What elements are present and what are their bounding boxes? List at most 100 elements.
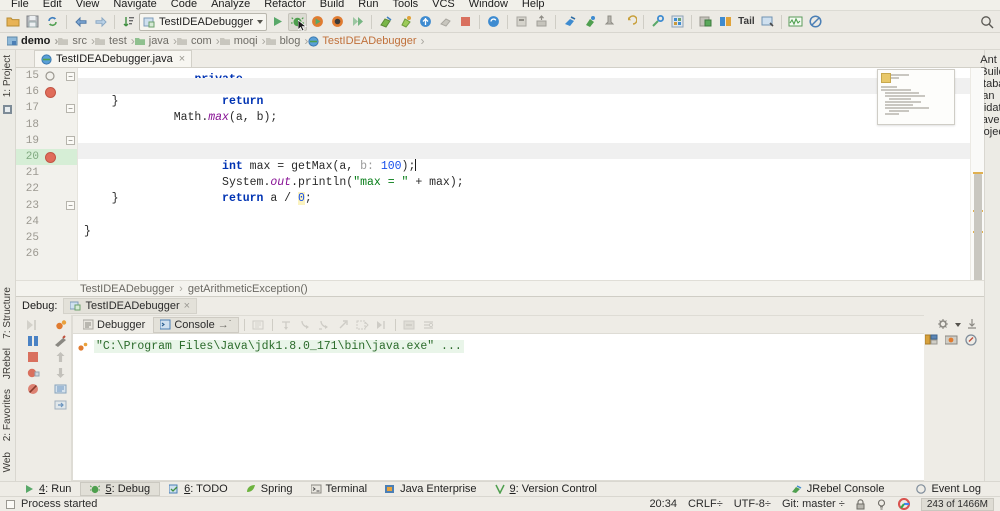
evaluate-icon[interactable] bbox=[401, 317, 418, 332]
drop-frame-icon[interactable] bbox=[354, 317, 371, 332]
step-out-icon[interactable] bbox=[335, 317, 352, 332]
breadcrumb-java[interactable]: java bbox=[132, 34, 174, 49]
breadcrumb-blog[interactable]: blog bbox=[263, 34, 306, 49]
menu-item-navigate[interactable]: Navigate bbox=[106, 0, 163, 10]
bottom-tab-run[interactable]: 4: Run bbox=[16, 482, 80, 496]
breadcrumb-moqi[interactable]: moqi bbox=[217, 34, 263, 49]
breadcrumb[interactable]: TestIDEADebugger › getArithmeticExceptio… bbox=[16, 280, 984, 296]
breakpoint-icon[interactable] bbox=[45, 152, 56, 163]
bottom-tab-todo[interactable]: 6: TODO bbox=[160, 482, 237, 496]
close-icon[interactable]: × bbox=[179, 53, 185, 65]
tail-button[interactable]: Tail bbox=[736, 16, 756, 27]
code-line-26[interactable] bbox=[78, 240, 970, 256]
gutter-line-21[interactable]: 21 bbox=[16, 165, 77, 181]
breadcrumb-com[interactable]: com bbox=[174, 34, 217, 49]
forward-icon[interactable] bbox=[91, 13, 110, 31]
rerun-icon[interactable] bbox=[348, 13, 367, 31]
bottom-tab-debug[interactable]: 5: Debug bbox=[80, 482, 160, 496]
code-line-23[interactable]: } bbox=[78, 191, 970, 207]
bottom-tab-jrebel-console[interactable]: JRebel Console bbox=[782, 482, 894, 496]
menu-item-vcs[interactable]: VCS bbox=[425, 0, 462, 10]
code-line-25[interactable]: } bbox=[78, 224, 970, 240]
close-icon[interactable]: × bbox=[184, 300, 190, 312]
breadcrumb-demo[interactable]: demo bbox=[4, 34, 55, 49]
fold-marker[interactable]: − bbox=[66, 72, 75, 81]
stop-gray-icon[interactable] bbox=[436, 13, 455, 31]
resume-icon[interactable] bbox=[25, 317, 42, 332]
bottom-tab-spring[interactable]: Spring bbox=[237, 482, 302, 496]
run-to-cursor-icon[interactable] bbox=[373, 317, 390, 332]
sql-icon[interactable] bbox=[758, 13, 777, 31]
run-coverage-icon[interactable] bbox=[308, 13, 327, 31]
deploy-icon[interactable] bbox=[512, 13, 531, 31]
chevron-down-icon[interactable] bbox=[955, 323, 961, 327]
menu-item-window[interactable]: Window bbox=[462, 0, 515, 10]
structure-icon[interactable] bbox=[668, 13, 687, 31]
layout-icon[interactable] bbox=[925, 334, 938, 346]
tab-debugger[interactable]: Debugger bbox=[77, 318, 151, 332]
pin-icon[interactable] bbox=[600, 13, 619, 31]
step-into-icon[interactable] bbox=[297, 317, 314, 332]
sidebar-item-web[interactable]: Web bbox=[2, 449, 13, 475]
open-folder-icon[interactable] bbox=[3, 13, 22, 31]
jrebel-panel-icon[interactable] bbox=[560, 13, 579, 31]
chevron-down-icon[interactable] bbox=[257, 20, 263, 24]
console-output[interactable]: "C:\Program Files\Java\jdk1.8.0_171\bin\… bbox=[73, 334, 924, 480]
mute-breakpoints-icon[interactable] bbox=[25, 381, 42, 396]
sidebar-item-jrebel[interactable]: JRebel bbox=[2, 345, 13, 382]
attach-icon[interactable] bbox=[376, 13, 395, 31]
code-line-17[interactable]: } bbox=[78, 94, 970, 110]
menu-item-code[interactable]: Code bbox=[164, 0, 204, 10]
code-line-21[interactable]: System.out.println("max = " + max); bbox=[78, 159, 970, 175]
fold-marker[interactable]: − bbox=[66, 104, 75, 113]
view-breakpoints-icon[interactable] bbox=[25, 365, 42, 380]
no-entry-icon[interactable] bbox=[806, 13, 825, 31]
jrebel-icon[interactable] bbox=[484, 13, 503, 31]
menu-item-view[interactable]: View bbox=[69, 0, 107, 10]
profile-icon[interactable] bbox=[328, 13, 347, 31]
menu-item-file[interactable]: File bbox=[4, 0, 36, 10]
camera-icon[interactable] bbox=[945, 334, 958, 346]
code-editor[interactable]: 15 − 16 17 − 18 bbox=[16, 68, 984, 280]
run-configuration-selector[interactable]: TestIDEADebugger bbox=[139, 13, 267, 31]
monitor-icon[interactable] bbox=[786, 13, 805, 31]
settings-icon[interactable] bbox=[420, 317, 437, 332]
undo-deploy-icon[interactable] bbox=[620, 13, 639, 31]
code-line-24[interactable] bbox=[78, 208, 970, 224]
status-caret-position[interactable]: 20:34 bbox=[649, 498, 677, 510]
gutter-line-20[interactable]: 20 bbox=[16, 149, 77, 165]
redeploy-icon[interactable] bbox=[532, 13, 551, 31]
menu-item-edit[interactable]: Edit bbox=[36, 0, 69, 10]
fold-marker[interactable]: − bbox=[66, 201, 75, 210]
debug-session-tab[interactable]: TestIDEADebugger × bbox=[63, 298, 197, 314]
override-method-icon[interactable] bbox=[45, 71, 55, 81]
force-step-into-icon[interactable] bbox=[316, 317, 333, 332]
sidebar-item-project[interactable]: 1: Project bbox=[2, 52, 13, 100]
code-text-area[interactable]: private int getMax (int a, int b) { retu… bbox=[78, 68, 970, 280]
scroll-down-icon[interactable] bbox=[52, 365, 69, 380]
bottom-tab-event-log[interactable]: Event Log bbox=[907, 482, 990, 496]
breadcrumb-class[interactable]: TestIDEADebugger bbox=[305, 34, 421, 49]
editor-marker-bar[interactable] bbox=[970, 68, 984, 280]
settings-gear-icon[interactable] bbox=[937, 318, 950, 330]
memory-indicator[interactable]: 243 of 1466M bbox=[921, 498, 994, 511]
tab-pin-indicator[interactable]: →˙ bbox=[218, 319, 233, 331]
documentation-preview-popup[interactable] bbox=[877, 69, 955, 125]
sidebar-item-structure[interactable]: 7: Structure bbox=[2, 284, 13, 342]
gutter-line-25[interactable]: 25 bbox=[16, 230, 77, 246]
bottom-tab-terminal[interactable]: Terminal bbox=[302, 482, 377, 496]
code-line-15[interactable]: private int getMax (int a, int b) { bbox=[78, 68, 970, 78]
code-line-20[interactable]: int max = getMax(a, b: 100); bbox=[78, 143, 970, 159]
sync-icon[interactable] bbox=[43, 13, 62, 31]
breadcrumb-test[interactable]: test bbox=[92, 34, 132, 49]
settings-wrench-icon[interactable] bbox=[648, 13, 667, 31]
tab-console[interactable]: Console →˙ bbox=[153, 317, 239, 333]
menu-item-refactor[interactable]: Refactor bbox=[257, 0, 313, 10]
run-icon[interactable] bbox=[268, 13, 287, 31]
back-icon[interactable] bbox=[71, 13, 90, 31]
gutter-line-26[interactable]: 26 bbox=[16, 246, 77, 262]
breadcrumb-class-name[interactable]: TestIDEADebugger bbox=[80, 283, 174, 295]
gutter-line-23[interactable]: 23 − bbox=[16, 198, 77, 214]
code-line-18[interactable] bbox=[78, 110, 970, 126]
menu-item-analyze[interactable]: Analyze bbox=[204, 0, 257, 10]
